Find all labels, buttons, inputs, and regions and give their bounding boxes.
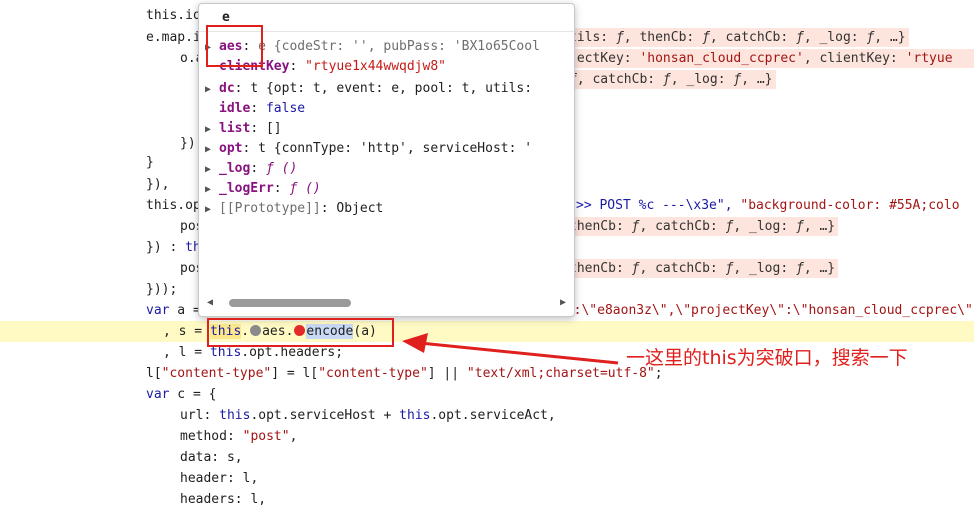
annotation-arrow-icon <box>402 333 619 365</box>
annotation-text: 一这里的this为突破口，搜索一下 <box>626 347 908 369</box>
